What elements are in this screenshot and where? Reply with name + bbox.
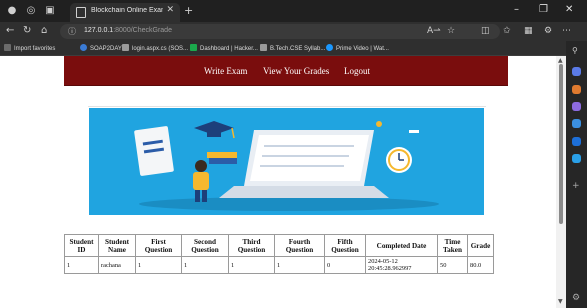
- favorite-star-icon[interactable]: ☆: [447, 26, 455, 36]
- bookmark-import-favorites[interactable]: Import favorites: [4, 44, 55, 52]
- table-cell: 1: [135, 256, 182, 274]
- grades-table: Student ID Student Name First Question S…: [64, 234, 494, 274]
- bookmark-label: login.aspx.cs (SOS...: [132, 46, 189, 52]
- url-path: :8000/CheckGrade: [113, 27, 172, 34]
- more-menu-icon[interactable]: ⋯: [562, 26, 571, 36]
- column-header: Second Question: [181, 234, 229, 257]
- bookmark-label: SOAP2DAY: [90, 46, 122, 52]
- bookmark-hackerrank[interactable]: Dashboard | Hacker...: [190, 44, 258, 52]
- workspaces-icon[interactable]: ◎: [25, 5, 37, 17]
- minimize-icon[interactable]: –: [514, 4, 519, 15]
- column-header: Student ID: [64, 234, 99, 257]
- url-host: 127.0.0.1: [84, 27, 114, 34]
- logout-link[interactable]: Logout: [344, 66, 370, 76]
- exam-banner-illustration: [89, 108, 484, 215]
- page-scrollbar[interactable]: ▲ ▼: [556, 56, 566, 308]
- column-header: First Question: [135, 234, 182, 257]
- table-cell: 2024-05-12 20:45:28.962997: [365, 256, 438, 274]
- scroll-down-icon[interactable]: ▼: [558, 298, 563, 305]
- table-cell: 80.0: [467, 256, 494, 274]
- divider: [88, 106, 486, 107]
- column-header: Student Name: [98, 234, 136, 257]
- clipboard-icon: [134, 126, 174, 176]
- bookmarks-bar: Import favorites SOAP2DAY login.aspx.cs …: [0, 41, 587, 56]
- favorites-icon[interactable]: ✩: [503, 26, 511, 36]
- address-toolbar: ← ↻ ⌂ ⓘ 127.0.0.1:8000/CheckGrade A⇀ ☆ ◫…: [0, 22, 587, 41]
- tab-title: Blockchain Online Exam Results: [91, 7, 163, 14]
- games-icon[interactable]: [572, 119, 581, 128]
- column-header: Fifth Question: [324, 234, 366, 257]
- bookmark-btech-syllabus[interactable]: B.Tech.CSE Syllab...: [260, 44, 325, 52]
- tab-actions-icon[interactable]: ▣: [44, 5, 56, 17]
- hackerrank-icon: [190, 44, 197, 51]
- folder-icon: [4, 44, 11, 51]
- url-text: 127.0.0.1:8000/CheckGrade: [84, 27, 172, 34]
- online-learning-illustration: [89, 108, 484, 215]
- close-tab-icon[interactable]: ✕: [166, 5, 174, 15]
- column-header: Fourth Question: [274, 234, 325, 257]
- page-icon: [122, 44, 129, 51]
- bookmark-favicon-icon: [80, 44, 87, 51]
- column-header: Third Question: [228, 234, 275, 257]
- page-icon: [260, 44, 267, 51]
- split-screen-icon[interactable]: ◫: [481, 26, 490, 36]
- prime-video-icon: [326, 44, 333, 51]
- page-favicon-icon: [76, 7, 86, 18]
- bookmark-soap2day[interactable]: SOAP2DAY: [80, 44, 122, 52]
- view-grades-link[interactable]: View Your Grades: [263, 66, 329, 76]
- browser-tab-strip: ● ◎ ▣ Blockchain Online Exam Results ✕ +…: [0, 0, 587, 22]
- copilot-icon[interactable]: [572, 67, 581, 76]
- refresh-icon[interactable]: ↻: [23, 25, 31, 36]
- restore-icon[interactable]: ❐: [539, 4, 548, 15]
- table-header-row: Student ID Student Name First Question S…: [64, 234, 494, 257]
- table-cell: 1: [181, 256, 229, 274]
- table-cell: 1: [274, 256, 325, 274]
- table-row: 1 rachana 1 1 1 1 0 2024-05-12 20:45:28.…: [64, 256, 494, 274]
- bookmark-login-aspx[interactable]: login.aspx.cs (SOS...: [122, 44, 188, 52]
- bookmark-label: B.Tech.CSE Syllab...: [270, 46, 326, 52]
- settings-icon[interactable]: ⚙: [572, 293, 581, 303]
- window-close-icon[interactable]: ✕: [565, 4, 573, 15]
- table-cell: 1: [228, 256, 275, 274]
- home-icon[interactable]: ⌂: [41, 25, 47, 36]
- bookmark-label: Dashboard | Hacker...: [200, 46, 258, 52]
- scrollbar-thumb[interactable]: [559, 64, 563, 224]
- browser-tab[interactable]: Blockchain Online Exam Results ✕: [70, 3, 180, 22]
- search-icon[interactable]: ⚲: [572, 46, 581, 55]
- column-header: Grade: [467, 234, 494, 257]
- back-icon[interactable]: ←: [6, 25, 14, 36]
- top-navigation: Write Exam View Your Grades Logout: [64, 56, 508, 86]
- bookmark-prime-video[interactable]: Prime Video | Wat...: [326, 44, 389, 52]
- page-viewport: Write Exam View Your Grades Logout Stude…: [0, 56, 556, 308]
- write-exam-link[interactable]: Write Exam: [204, 66, 247, 76]
- table-cell: 1: [64, 256, 99, 274]
- read-aloud-icon[interactable]: A⇀: [427, 26, 441, 36]
- edge-sidebar: ⚲ + ⚙: [566, 41, 587, 308]
- bookmark-label: Prime Video | Wat...: [336, 46, 389, 52]
- column-header: Time Taken: [437, 234, 468, 257]
- clock-icon: [386, 147, 412, 173]
- collections-icon[interactable]: ▦: [524, 26, 533, 36]
- add-sidebar-icon[interactable]: +: [572, 181, 581, 191]
- tools-icon[interactable]: [572, 102, 581, 111]
- outlook-icon[interactable]: [572, 137, 581, 146]
- column-header: Completed Date: [365, 234, 438, 257]
- extensions-icon[interactable]: ⚙: [544, 26, 552, 36]
- bookmark-label: Import favorites: [14, 46, 56, 52]
- drop-icon[interactable]: [572, 154, 581, 163]
- site-info-icon[interactable]: ⓘ: [68, 26, 76, 37]
- table-cell: rachana: [98, 256, 136, 274]
- table-cell: 0: [324, 256, 366, 274]
- profile-icon[interactable]: ●: [6, 5, 18, 17]
- table-cell: 50: [437, 256, 468, 274]
- new-tab-icon[interactable]: +: [184, 4, 193, 17]
- shopping-icon[interactable]: [572, 85, 581, 94]
- scroll-up-icon[interactable]: ▲: [558, 57, 563, 64]
